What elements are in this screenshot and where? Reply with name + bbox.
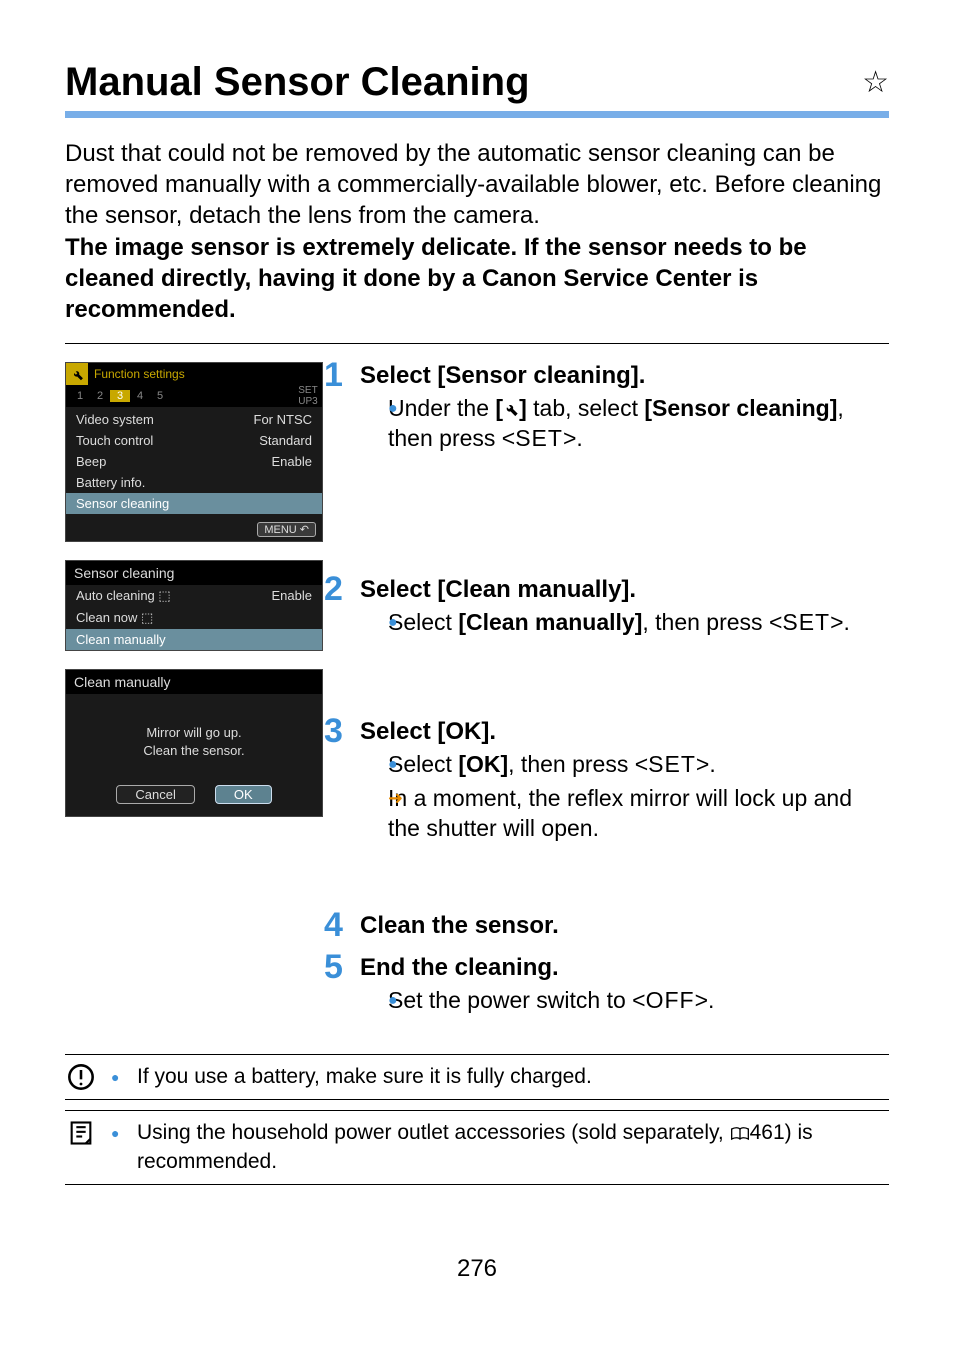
menu-return-button: MENU ↶ bbox=[257, 522, 316, 537]
step-4-number: 4 bbox=[324, 906, 343, 945]
page-title: Manual Sensor Cleaning bbox=[65, 60, 530, 105]
text: Select bbox=[388, 609, 458, 635]
step-3: 3 Select [OK]. Select [OK], then press <… bbox=[360, 718, 889, 888]
text: >. bbox=[563, 425, 583, 451]
info-note: Using the household power outlet accesso… bbox=[65, 1110, 889, 1185]
cancel-button: Cancel bbox=[116, 785, 194, 804]
confirm-msg-line1: Mirror will go up. bbox=[66, 724, 322, 742]
screen2-title: Sensor cleaning bbox=[66, 561, 322, 585]
menu-row-beep: Beep Enable bbox=[66, 451, 322, 472]
step-2-number: 2 bbox=[324, 570, 343, 609]
menu-row-video-system: Video system For NTSC bbox=[66, 409, 322, 430]
text: >. bbox=[695, 987, 715, 1013]
step-3-number: 3 bbox=[324, 712, 343, 751]
menu-value: Enable bbox=[272, 454, 312, 469]
text: Set the power switch to < bbox=[388, 987, 646, 1013]
step-2: 2 Select [Clean manually]. Select [Clean… bbox=[360, 576, 889, 694]
step-5-number: 5 bbox=[324, 948, 343, 987]
set-key: SET bbox=[648, 751, 696, 777]
page-ref: 461 bbox=[750, 1121, 785, 1144]
menu-label: Auto cleaning ⬚ bbox=[76, 588, 171, 604]
tab-numbers: 1 2 3 4 5 SET UP3 bbox=[66, 385, 322, 407]
star-icon: ☆ bbox=[862, 65, 889, 100]
menu-screen-clean-manually-confirm: Clean manually Mirror will go up. Clean … bbox=[65, 669, 323, 816]
intro-paragraph: Dust that could not be removed by the au… bbox=[65, 138, 889, 325]
menu-label: Video system bbox=[76, 412, 154, 427]
caution-icon bbox=[67, 1063, 95, 1091]
step-1: 1 Select [Sensor cleaning]. Under the []… bbox=[360, 362, 889, 552]
caution-note: If you use a battery, make sure it is fu… bbox=[65, 1054, 889, 1100]
menu-label: Sensor cleaning bbox=[76, 496, 169, 511]
text: Under the bbox=[388, 395, 495, 421]
menu-row-auto-cleaning: Auto cleaning ⬚ Enable bbox=[66, 585, 322, 607]
step-5-body: Set the power switch to <OFF>. bbox=[388, 986, 889, 1016]
menu-row-sensor-cleaning: Sensor cleaning bbox=[66, 493, 322, 514]
tab-4: 4 bbox=[130, 390, 150, 402]
step-2-title: Select [Clean manually]. bbox=[360, 576, 889, 604]
tab-1: 1 bbox=[70, 390, 90, 402]
info-text: Using the household power outlet accesso… bbox=[111, 1119, 889, 1176]
text: Using the household power outlet accesso… bbox=[137, 1121, 730, 1144]
screen3-title: Clean manually bbox=[66, 670, 322, 694]
menu-screen-sensor-cleaning: Sensor cleaning Auto cleaning ⬚ Enable C… bbox=[65, 560, 323, 651]
text-bold: [OK] bbox=[458, 751, 508, 777]
menu-label: Touch control bbox=[76, 433, 153, 448]
setup-label: SET UP3 bbox=[298, 385, 318, 407]
wrench-icon bbox=[503, 401, 519, 417]
wrench-icon bbox=[66, 363, 88, 385]
divider bbox=[65, 343, 889, 344]
step-4: 4 Clean the sensor. bbox=[360, 912, 889, 940]
tab-2: 2 bbox=[90, 390, 110, 402]
menu-value: For NTSC bbox=[254, 412, 313, 427]
step-4-title: Clean the sensor. bbox=[360, 912, 889, 940]
menu-value: Enable bbox=[272, 588, 312, 604]
step-5: 5 End the cleaning. Set the power switch… bbox=[360, 954, 889, 1016]
text-bold: [Sensor cleaning] bbox=[644, 395, 837, 421]
note-icon bbox=[67, 1119, 95, 1147]
step-3-body-1: Select [OK], then press <SET>. bbox=[388, 750, 889, 780]
intro-bold: The image sensor is extremely delicate. … bbox=[65, 234, 807, 323]
tab-5: 5 bbox=[150, 390, 170, 402]
menu-label: Clean now ⬚ bbox=[76, 610, 153, 626]
text: tab, select bbox=[527, 395, 645, 421]
menu-label: Clean manually bbox=[76, 632, 166, 647]
intro-plain: Dust that could not be removed by the au… bbox=[65, 140, 881, 229]
menu-row-touch-control: Touch control Standard bbox=[66, 430, 322, 451]
set-key: SET bbox=[782, 609, 830, 635]
step-2-body: Select [Clean manually], then press <SET… bbox=[388, 608, 889, 638]
book-icon bbox=[730, 1126, 750, 1142]
menu-row-clean-now: Clean now ⬚ bbox=[66, 607, 322, 629]
title-rule bbox=[65, 111, 889, 118]
function-settings-label: Function settings bbox=[94, 367, 185, 381]
text: Select bbox=[388, 751, 458, 777]
text: >. bbox=[830, 609, 850, 635]
tab-3: 3 bbox=[110, 390, 130, 402]
confirm-msg-line2: Clean the sensor. bbox=[66, 742, 322, 760]
menu-label: Battery info. bbox=[76, 475, 145, 490]
text-bold: [Clean manually] bbox=[458, 609, 642, 635]
caution-text: If you use a battery, make sure it is fu… bbox=[111, 1063, 889, 1091]
step-5-title: End the cleaning. bbox=[360, 954, 889, 982]
set-key: SET bbox=[515, 425, 563, 451]
text: , then press < bbox=[642, 609, 782, 635]
text: , then press < bbox=[508, 751, 648, 777]
step-1-body: Under the [] tab, select [Sensor cleanin… bbox=[388, 394, 889, 454]
step-3-title: Select [OK]. bbox=[360, 718, 889, 746]
off-key: OFF bbox=[646, 987, 695, 1013]
menu-row-battery-info: Battery info. bbox=[66, 472, 322, 493]
step-3-body-2: In a moment, the reflex mirror will lock… bbox=[388, 784, 889, 844]
menu-label: Beep bbox=[76, 454, 106, 469]
step-1-number: 1 bbox=[324, 356, 343, 395]
ok-button: OK bbox=[215, 785, 272, 804]
text: >. bbox=[696, 751, 716, 777]
step-1-title: Select [Sensor cleaning]. bbox=[360, 362, 889, 390]
menu-screen-function-settings: Function settings 1 2 3 4 5 SET UP3 Vide… bbox=[65, 362, 323, 542]
menu-value: Standard bbox=[259, 433, 312, 448]
page-number: 276 bbox=[65, 1255, 889, 1283]
menu-row-clean-manually: Clean manually bbox=[66, 629, 322, 650]
